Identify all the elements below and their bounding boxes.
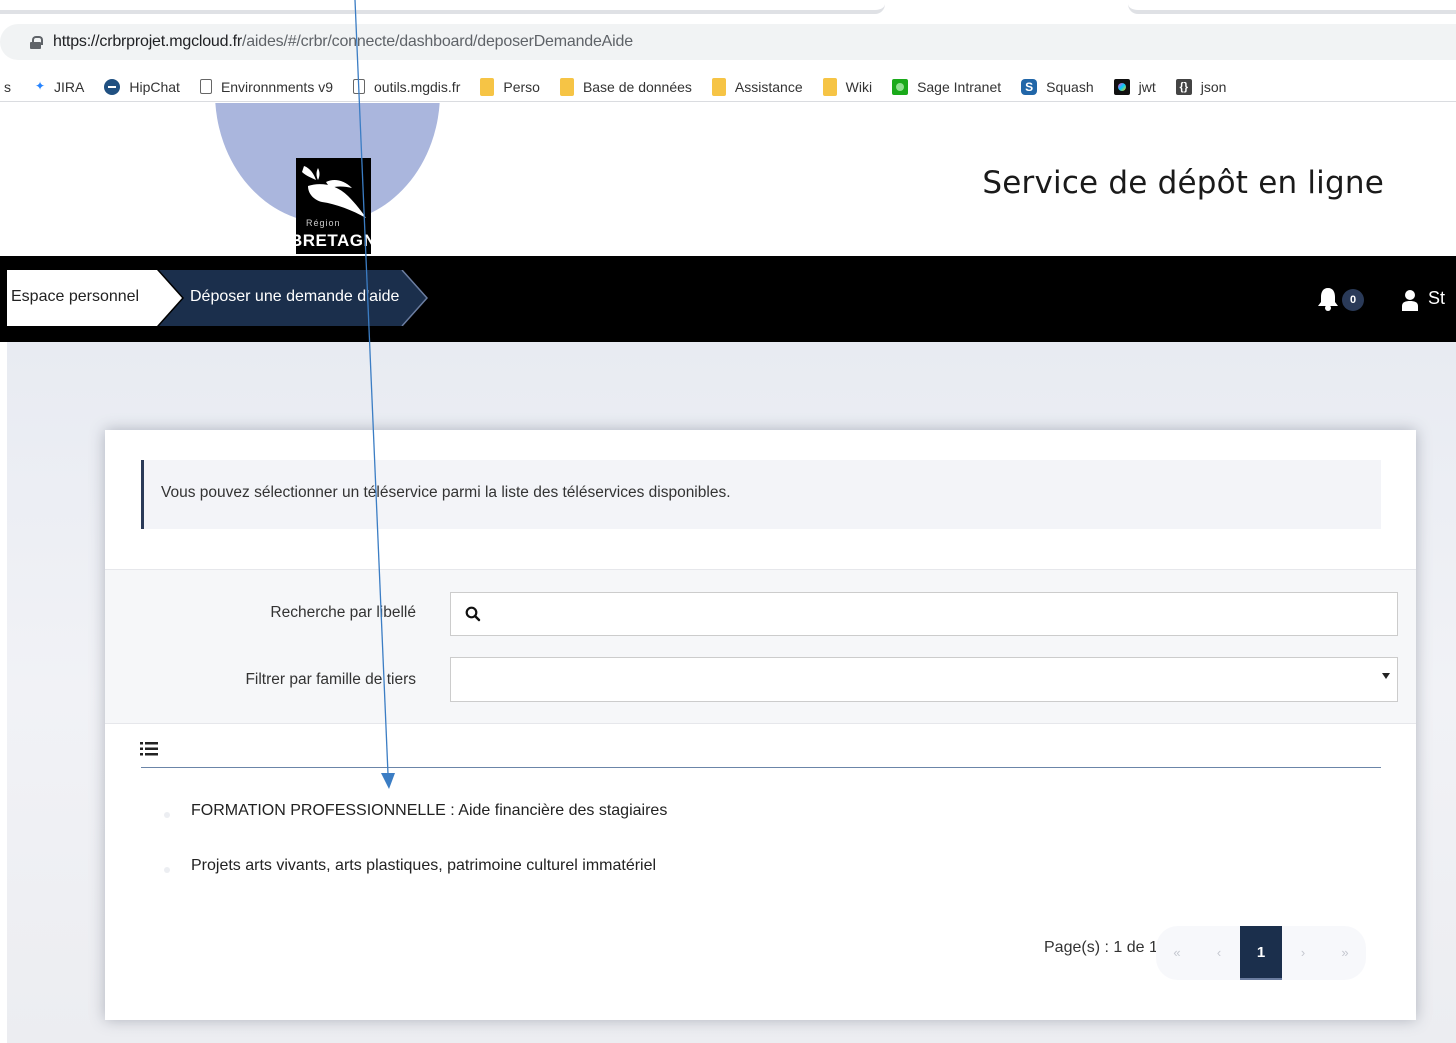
bookmarks-bar: s ✦ JIRA HipChat Environnments v9 outils.… bbox=[0, 72, 1456, 102]
pagination-prev-button[interactable]: ‹ bbox=[1198, 926, 1240, 980]
bookmark-label: Perso bbox=[503, 78, 540, 95]
json-icon: {} bbox=[1175, 78, 1192, 95]
teleservice-item-projets-arts[interactable]: Projets arts vivants, arts plastiques, p… bbox=[191, 857, 656, 875]
page-icon bbox=[199, 79, 212, 94]
breadcrumb-edge bbox=[401, 270, 429, 326]
page-icon bbox=[353, 79, 365, 94]
bookmark-label: Environnments v9 bbox=[220, 78, 333, 95]
bookmark-base-de-donnees[interactable]: Base de données bbox=[559, 77, 692, 96]
pagination-page-button[interactable]: 1 bbox=[1240, 926, 1282, 980]
bookmark-json[interactable]: {} json bbox=[1175, 78, 1227, 95]
breadcrumb: Espace personnel Déposer une demande d'a… bbox=[7, 270, 1456, 326]
bookmark-outils[interactable]: outils.mgdis.fr bbox=[353, 79, 460, 95]
info-message: Vous pouvez sélectionner un téléservice … bbox=[141, 460, 1381, 529]
bookmark-wiki[interactable]: Wiki bbox=[822, 77, 873, 96]
search-label: Recherche par libellé bbox=[270, 604, 416, 621]
bookmark-label: json bbox=[1200, 78, 1227, 95]
bookmark-squash[interactable]: S Squash bbox=[1021, 78, 1094, 95]
sage-icon bbox=[892, 78, 909, 95]
bookmark-cut[interactable]: s bbox=[4, 79, 11, 95]
list-divider bbox=[141, 767, 1381, 768]
folder-icon bbox=[559, 77, 574, 96]
folder-icon bbox=[480, 77, 495, 96]
main-navbar: Espace personnel Déposer une demande d'a… bbox=[0, 256, 1456, 342]
url-host: https://crbrprojet.mgcloud.fr bbox=[53, 33, 242, 50]
pagination-first-button[interactable]: « bbox=[1156, 926, 1198, 980]
bookmark-label: Base de données bbox=[582, 78, 692, 95]
info-message-text: Vous pouvez sélectionner un téléservice … bbox=[161, 484, 731, 501]
bookmark-label: JIRA bbox=[54, 78, 85, 95]
browser-tab-edge bbox=[1128, 0, 1456, 14]
bookmark-label: Assistance bbox=[734, 78, 803, 95]
teleservice-item-formation[interactable]: FORMATION PROFESSIONNELLE : Aide financi… bbox=[191, 802, 667, 820]
bookmark-environnments[interactable]: Environnments v9 bbox=[199, 78, 333, 95]
logo-bretagne-label: BRETAGNE bbox=[290, 231, 389, 250]
breadcrumb-deposer-demande[interactable]: Déposer une demande d'aide bbox=[159, 270, 427, 326]
logo-mark-icon bbox=[302, 166, 366, 218]
jwt-icon bbox=[1113, 78, 1130, 95]
search-icon bbox=[465, 606, 481, 622]
pagination-next-button[interactable]: › bbox=[1282, 926, 1324, 980]
list-bullet bbox=[164, 812, 170, 818]
bookmark-label: Wiki bbox=[845, 78, 873, 95]
pagination-info: Page(s) : 1 de 1 bbox=[1044, 939, 1158, 956]
hipchat-icon bbox=[104, 78, 121, 95]
user-name[interactable]: St bbox=[1428, 288, 1445, 309]
bell-icon[interactable] bbox=[1317, 287, 1339, 311]
bookmark-label: Squash bbox=[1046, 78, 1094, 95]
bookmark-label: outils.mgdis.fr bbox=[374, 78, 461, 95]
notification-badge[interactable]: 0 bbox=[1342, 289, 1364, 311]
site-header: Région BRETAGNE Service de dépôt en lign… bbox=[0, 103, 1456, 256]
filter-label: Filtrer par famille de tiers bbox=[245, 671, 416, 688]
browser-tab-strip bbox=[0, 0, 1456, 18]
bookmark-perso[interactable]: Perso bbox=[480, 77, 540, 96]
filter-select[interactable] bbox=[450, 657, 1398, 702]
search-field[interactable] bbox=[450, 592, 1398, 636]
bookmark-label: jwt bbox=[1138, 78, 1156, 95]
jira-icon: ✦ bbox=[35, 78, 46, 93]
breadcrumb-espace-personnel[interactable]: Espace personnel bbox=[7, 270, 182, 326]
breadcrumb-label: Déposer une demande d'aide bbox=[190, 288, 400, 305]
browser-tab-edge bbox=[0, 0, 885, 14]
list-icon bbox=[140, 742, 158, 756]
url-path: /aides/#/crbr/connecte/dashboard/deposer… bbox=[241, 33, 633, 50]
bookmark-label: Sage Intranet bbox=[917, 78, 1002, 95]
breadcrumb-label: Espace personnel bbox=[11, 288, 140, 305]
region-bretagne-logo[interactable]: Région BRETAGNE bbox=[290, 158, 388, 254]
url-text[interactable]: https://crbrprojet.mgcloud.fr/aides/#/cr… bbox=[53, 33, 633, 51]
bookmark-sage-intranet[interactable]: Sage Intranet bbox=[892, 78, 1002, 95]
bookmark-hipchat[interactable]: HipChat bbox=[104, 78, 180, 95]
user-icon[interactable] bbox=[1402, 289, 1418, 311]
pagination-last-button[interactable]: » bbox=[1324, 926, 1366, 980]
logo-region-label: Région bbox=[306, 218, 341, 228]
bookmark-assistance[interactable]: Assistance bbox=[711, 77, 803, 96]
bookmark-jira[interactable]: ✦ JIRA bbox=[35, 79, 84, 95]
service-title: Service de dépôt en ligne bbox=[982, 165, 1384, 201]
address-bar[interactable]: https://crbrprojet.mgcloud.fr/aides/#/cr… bbox=[0, 24, 1456, 60]
lock-icon bbox=[30, 35, 43, 49]
bookmark-label: HipChat bbox=[129, 78, 180, 95]
squash-icon: S bbox=[1021, 78, 1038, 95]
chevron-down-icon[interactable] bbox=[1382, 673, 1390, 679]
list-bullet bbox=[164, 867, 170, 873]
bookmark-jwt[interactable]: jwt bbox=[1113, 78, 1156, 95]
search-input[interactable] bbox=[493, 599, 1383, 629]
folder-icon bbox=[822, 77, 837, 96]
folder-icon bbox=[711, 77, 726, 96]
